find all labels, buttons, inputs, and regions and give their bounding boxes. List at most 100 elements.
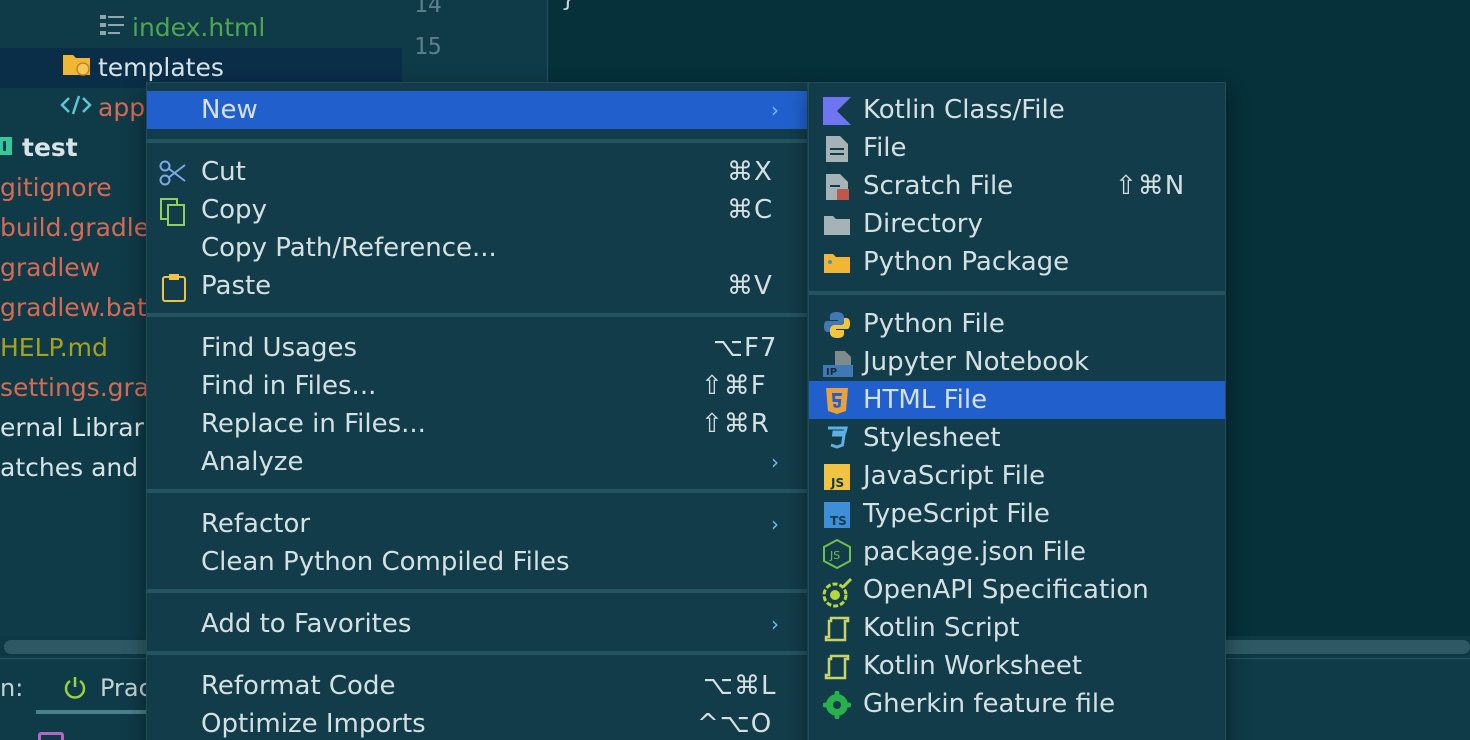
- menu-item-label: Find Usages: [201, 333, 358, 363]
- menu-item-label: Optimize Imports: [201, 709, 426, 739]
- submenu-item-stylesheet[interactable]: Stylesheet: [809, 419, 1225, 457]
- menu-item-shortcut: ⌘V: [727, 271, 773, 301]
- submenu-item-file[interactable]: File: [809, 129, 1225, 167]
- menu-item-shortcut: ^⌥O: [697, 709, 773, 739]
- tree-item-label: gradlew.bat: [0, 293, 147, 322]
- line-number: 14: [414, 0, 442, 18]
- submenu-item-label: Kotlin Script: [863, 613, 1020, 643]
- tree-item-gradlew[interactable]: gradlew: [0, 248, 100, 288]
- menu-item-shortcut: ⌘X: [727, 157, 773, 187]
- menu-item-label: Cut: [201, 157, 246, 187]
- tree-item-build-gradle[interactable]: build.gradle: [0, 208, 149, 248]
- menu-item-cut[interactable]: Cut ⌘X: [147, 153, 807, 191]
- menu-item-analyze[interactable]: Analyze ›: [147, 443, 807, 481]
- submenu-item-shortcut: ⇧⌘N: [1115, 171, 1186, 201]
- submenu-arrow-icon: ›: [771, 450, 779, 474]
- menu-item-label: Analyze: [201, 447, 304, 477]
- python-package-icon: [823, 249, 851, 277]
- submenu-item-label: JavaScript File: [863, 461, 1046, 491]
- tree-item-label: settings.grad: [0, 373, 165, 402]
- menu-item-copy-path[interactable]: Copy Path/Reference...: [147, 229, 807, 267]
- submenu-item-label: OpenAPI Specification: [863, 575, 1149, 605]
- svg-text:TS: TS: [830, 514, 847, 528]
- tree-item-label: index.html: [132, 13, 266, 42]
- javascript-icon: JS: [823, 463, 851, 491]
- kotlin-worksheet-icon: [823, 653, 851, 681]
- context-menu: New › Cut ⌘X Copy ⌘C Copy Path/Reference…: [146, 82, 808, 740]
- scratch-file-icon: [825, 173, 853, 201]
- directory-icon: [823, 211, 851, 239]
- submenu-item-python-file[interactable]: Python File: [809, 305, 1225, 343]
- menu-item-label: Add to Favorites: [201, 609, 412, 639]
- menu-item-label: Copy Path/Reference...: [201, 233, 497, 263]
- tree-item-label: HELP.md: [0, 333, 108, 362]
- menu-item-label: Replace in Files...: [201, 409, 426, 439]
- svg-text:JS: JS: [829, 549, 840, 562]
- submenu-item-kotlin-class[interactable]: Kotlin Class/File: [809, 91, 1225, 129]
- test-folder-icon: [0, 129, 16, 169]
- tree-item-label: test: [22, 133, 78, 162]
- tree-item-scratches[interactable]: atches and C: [0, 448, 164, 488]
- tree-item-label: atches and C: [0, 453, 164, 482]
- python-icon: [823, 311, 851, 339]
- copy-icon: [159, 197, 187, 226]
- menu-item-refactor[interactable]: Refactor ›: [147, 505, 807, 543]
- tree-item-help-md[interactable]: HELP.md: [0, 328, 108, 368]
- menu-item-add-to-favorites[interactable]: Add to Favorites ›: [147, 605, 807, 643]
- menu-item-label: Clean Python Compiled Files: [201, 547, 570, 577]
- menu-item-find-usages[interactable]: Find Usages ⌥F7: [147, 329, 807, 367]
- menu-item-new[interactable]: New ›: [147, 91, 807, 129]
- submenu-item-html-file[interactable]: HTML File: [809, 381, 1225, 419]
- css3-icon: [825, 425, 853, 453]
- submenu-item-label: Gherkin feature file: [863, 689, 1116, 719]
- menu-item-clean-python[interactable]: Clean Python Compiled Files: [147, 543, 807, 581]
- menu-separator: [147, 139, 807, 143]
- tree-item-index-html[interactable]: index.html: [98, 8, 265, 48]
- console-icon: [38, 732, 64, 740]
- code-brace: }: [561, 0, 575, 12]
- submenu-item-label: Scratch File: [863, 171, 1014, 201]
- nodejs-icon: JS: [823, 538, 851, 570]
- tree-item-label: build.gradle: [0, 213, 150, 242]
- submenu-item-label: HTML File: [863, 385, 988, 415]
- tree-item-label: app: [98, 93, 146, 122]
- submenu-item-gherkin[interactable]: Gherkin feature file: [809, 685, 1225, 723]
- menu-item-replace-in-files[interactable]: Replace in Files... ⇧⌘R: [147, 405, 807, 443]
- tree-item-gitignore[interactable]: gitignore: [0, 168, 112, 208]
- gherkin-icon: [822, 690, 852, 720]
- tree-item-external-libraries[interactable]: ernal Librarie: [0, 408, 166, 448]
- menu-item-paste[interactable]: Paste ⌘V: [147, 267, 807, 305]
- submenu-item-scratch-file[interactable]: Scratch File ⇧⌘N: [809, 167, 1225, 205]
- clipboard-icon: [161, 273, 189, 302]
- submenu-arrow-icon: ›: [771, 612, 779, 636]
- menu-item-copy[interactable]: Copy ⌘C: [147, 191, 807, 229]
- svg-text:IP: IP: [826, 367, 837, 377]
- submenu-item-javascript[interactable]: JS JavaScript File: [809, 457, 1225, 495]
- submenu-item-package-json[interactable]: JS package.json File: [809, 533, 1225, 571]
- menu-item-label: Refactor: [201, 509, 311, 539]
- kotlin-script-icon: [823, 615, 851, 643]
- submenu-item-openapi[interactable]: OpenAPI Specification: [809, 571, 1225, 609]
- menu-item-find-in-files[interactable]: Find in Files... ⇧⌘F: [147, 367, 807, 405]
- tree-item-settings-gradle[interactable]: settings.grad: [0, 368, 165, 408]
- submenu-item-jupyter[interactable]: IP Jupyter Notebook: [809, 343, 1225, 381]
- submenu-item-label: Directory: [863, 209, 983, 239]
- run-tab[interactable]: Prac: [100, 674, 152, 702]
- html-file-icon: [98, 9, 126, 49]
- tree-item-app[interactable]: app: [60, 88, 145, 128]
- menu-item-label: Find in Files...: [201, 371, 377, 401]
- submenu-item-directory[interactable]: Directory: [809, 205, 1225, 243]
- menu-item-reformat-code[interactable]: Reformat Code ⌥⌘L: [147, 667, 807, 705]
- openapi-icon: [821, 577, 853, 608]
- scissors-icon: [159, 159, 187, 187]
- tree-item-test[interactable]: test: [0, 128, 78, 168]
- submenu-item-typescript[interactable]: TS TypeScript File: [809, 495, 1225, 533]
- submenu-item-kotlin-worksheet[interactable]: Kotlin Worksheet: [809, 647, 1225, 685]
- submenu-arrow-icon: ›: [771, 98, 779, 122]
- power-icon: [62, 674, 88, 706]
- menu-separator: [809, 291, 1225, 295]
- tree-item-gradlew-bat[interactable]: gradlew.bat: [0, 288, 147, 328]
- menu-item-optimize-imports[interactable]: Optimize Imports ^⌥O: [147, 705, 807, 740]
- submenu-item-kotlin-script[interactable]: Kotlin Script: [809, 609, 1225, 647]
- submenu-item-python-package[interactable]: Python Package: [809, 243, 1225, 281]
